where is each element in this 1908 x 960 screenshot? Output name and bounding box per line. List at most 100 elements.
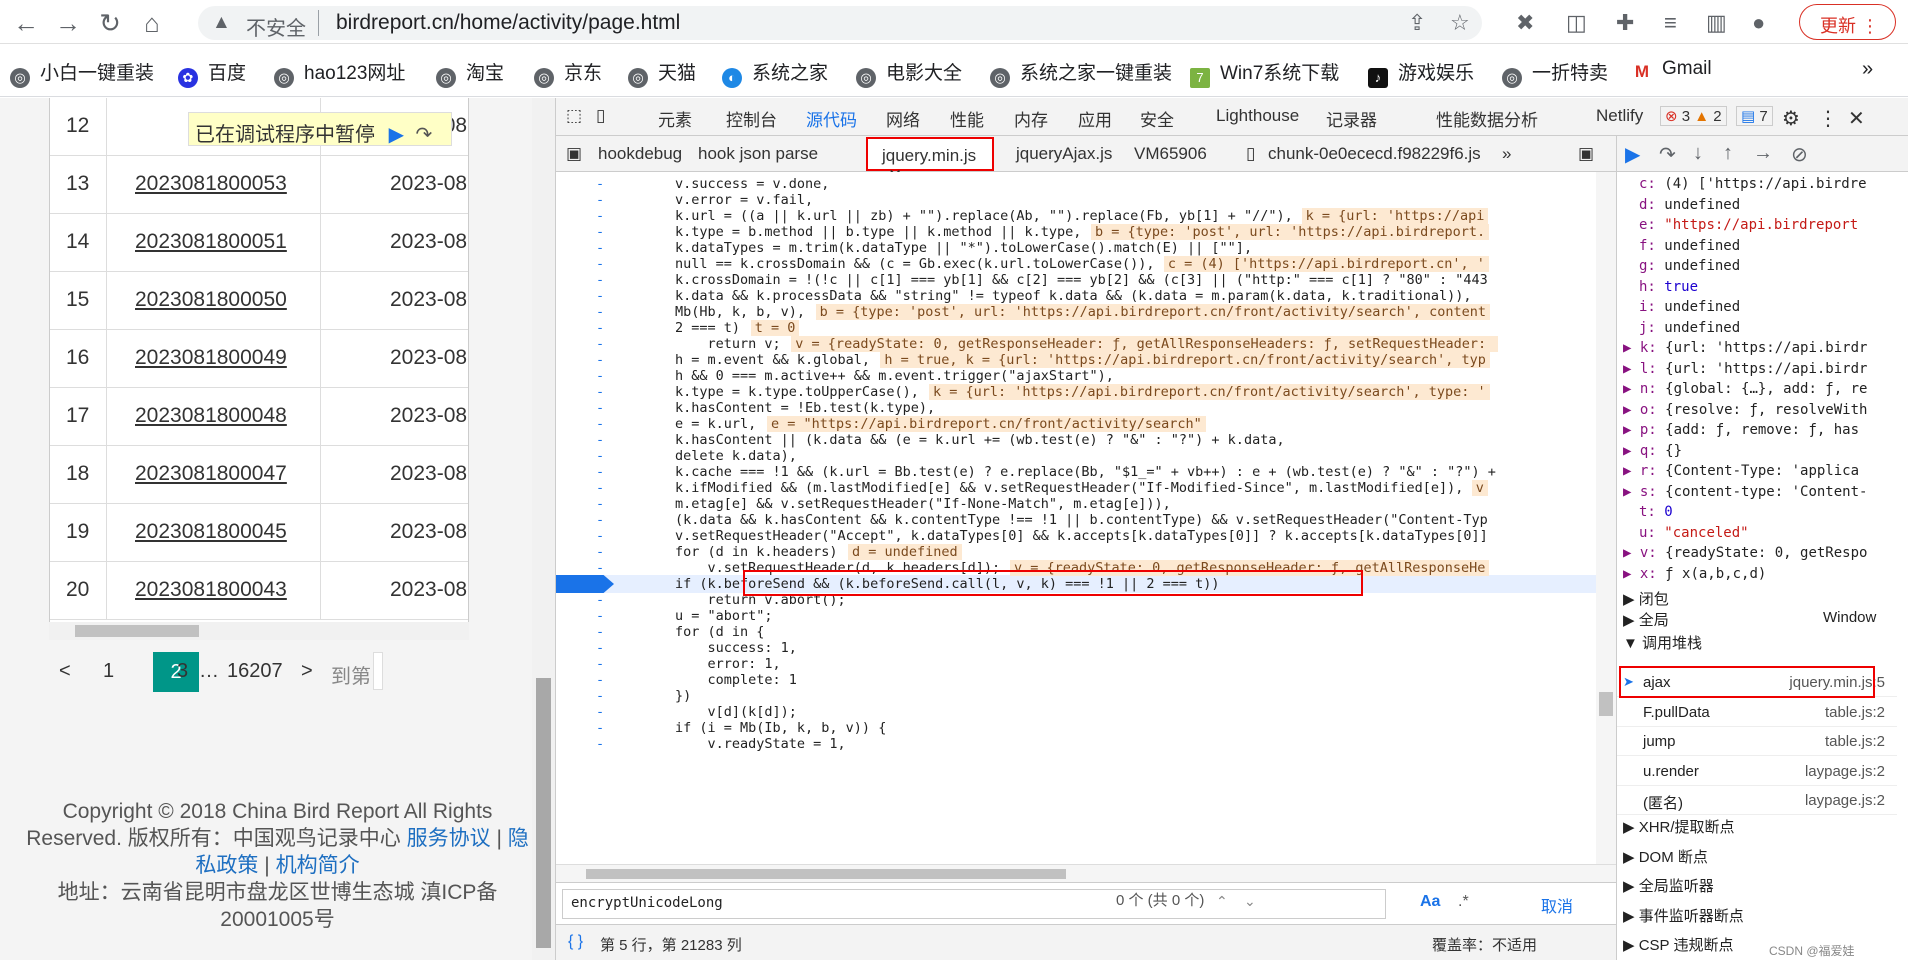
closure-section[interactable]: ▶ 闭包 [1623, 588, 1669, 609]
code-editor[interactable]: - v.success = v.done, - v.error = v.fail, - k… [556, 172, 1616, 864]
line-gutter-marker[interactable]: - [596, 576, 604, 592]
callstack-frame[interactable]: F.pullData table.js:2 [1617, 698, 1897, 727]
line-gutter-marker[interactable]: - [596, 352, 604, 368]
code-line[interactable]: - k.cache === !1 && (k.url = Bb.test(e) ?… [556, 464, 1616, 480]
table-row[interactable]: 14 2023081800051 2023-08 [50, 214, 468, 272]
callstack-section[interactable]: ▼ 调用堆栈 [1623, 632, 1702, 653]
line-gutter-marker[interactable]: - [596, 320, 604, 336]
tab-security[interactable]: 安全 [1140, 106, 1174, 131]
address-bar[interactable]: ▲ 不安全 birdreport.cn/home/activity/page.h… [198, 6, 1482, 40]
regex-button[interactable]: .* [1458, 893, 1469, 911]
bookmark-item[interactable]: ◎ hao123网址 [274, 58, 405, 88]
step-over-icon[interactable]: ↷ [1659, 142, 1676, 167]
scope-variable[interactable]: h: true [1639, 279, 1698, 295]
breakpoint-section[interactable]: ▶ 事件监听器断点 [1623, 905, 1744, 926]
breakpoint-section[interactable]: ▶ XHR/提取断点 [1623, 816, 1735, 837]
file-tab[interactable]: jqueryAjax.js [1016, 144, 1112, 164]
tab-perf-insights[interactable]: 性能数据分析 [1436, 106, 1538, 131]
breakpoint-section[interactable]: ▶ DOM 断点 [1623, 846, 1708, 867]
bookmark-item[interactable]: ◎ 淘宝 [436, 58, 504, 88]
device-toggle-icon[interactable]: ▯ [596, 106, 605, 126]
line-gutter-marker[interactable]: - [596, 240, 604, 256]
line-gutter-marker[interactable]: - [596, 400, 604, 416]
scope-variable[interactable]: i: undefined [1639, 299, 1740, 315]
line-gutter-marker[interactable]: - [596, 512, 604, 528]
tab-performance[interactable]: 性能 [950, 106, 984, 131]
prev-page-button[interactable]: < [59, 660, 71, 683]
callstack-frame[interactable]: u.render laypage.js:2 [1617, 757, 1897, 786]
line-gutter-marker[interactable]: - [596, 608, 604, 624]
page-3-button[interactable]: 3 [177, 660, 188, 683]
sidepanel-icon[interactable]: ▥ [1706, 10, 1727, 36]
bookmark-item[interactable]: ◎ 电影大全 [856, 58, 962, 88]
callstack-frame[interactable]: (匿名) laypage.js:2 [1617, 786, 1897, 815]
code-vertical-scrollbar[interactable] [1596, 172, 1616, 864]
reload-icon[interactable]: ↻ [94, 7, 126, 39]
line-gutter-marker[interactable]: - [596, 528, 604, 544]
search-input[interactable]: encryptUnicodeLong [562, 889, 1386, 919]
breakpoint-section[interactable]: ▶ CSP 违规断点 [1623, 934, 1733, 955]
scope-variable[interactable]: u: "canceled" [1639, 525, 1749, 541]
forward-icon[interactable]: → [52, 7, 84, 39]
bookmark-item[interactable]: ✿ 百度 [178, 58, 246, 88]
media-icon[interactable]: ≡ [1664, 10, 1677, 36]
tab-sources[interactable]: 源代码 [806, 106, 857, 131]
tab-console[interactable]: 控制台 [726, 106, 777, 131]
inspect-icon[interactable]: ⬚ [566, 106, 582, 126]
step-into-icon[interactable]: ↓ [1693, 142, 1703, 165]
line-gutter-marker[interactable]: - [596, 256, 604, 272]
code-line[interactable]: - h = m.event && k.global, h = true, k = {… [556, 352, 1616, 368]
table-row[interactable]: 17 2023081800048 2023-08 [50, 388, 468, 446]
line-gutter-marker[interactable]: - [596, 592, 604, 608]
scope-variable[interactable]: ▶ q: {} [1623, 443, 1682, 459]
code-line[interactable]: - null == k.crossDomain && (c = Gb.exec(k… [556, 256, 1616, 272]
resume-icon[interactable]: ▶ [1625, 142, 1640, 167]
share-icon[interactable]: ⇪ [1408, 10, 1426, 36]
terms-link[interactable]: 服务协议 [407, 827, 491, 850]
table-horizontal-scrollbar[interactable] [49, 622, 469, 640]
code-line[interactable]: - Mb(Hb, k, b, v), b = {type: 'post', url:… [556, 304, 1616, 320]
code-line[interactable]: - for (d in k.headers) d = undefined [556, 544, 1616, 560]
code-line[interactable]: - v.readyState = 1, [556, 736, 1616, 752]
home-icon[interactable]: ⌂ [136, 7, 168, 39]
global-section[interactable]: ▶ 全局 [1623, 609, 1669, 630]
code-line[interactable]: - k.ifModified && (m.lastModified[e] && v… [556, 480, 1616, 496]
scope-variable[interactable]: j: undefined [1639, 320, 1740, 336]
line-gutter-marker[interactable]: - [596, 192, 604, 208]
scope-variable[interactable]: ▶ p: {add: ƒ, remove: ƒ, has [1623, 422, 1859, 438]
search-prev-icon[interactable]: ⌃ [1216, 893, 1228, 910]
line-gutter-marker[interactable]: - [596, 416, 604, 432]
table-row[interactable]: 18 2023081800047 2023-08 [50, 446, 468, 504]
pretty-print-icon[interactable]: { } [568, 933, 583, 951]
file-tab[interactable]: hookdebug [598, 144, 682, 164]
url-text[interactable]: birdreport.cn/home/activity/page.html [336, 11, 680, 35]
code-line[interactable]: - v.success = v.done, [556, 176, 1616, 192]
scope-variable[interactable]: ▶ k: {url: 'https://api.birdr [1623, 340, 1867, 356]
scope-variable[interactable]: e: "https://api.birdreport [1639, 217, 1858, 233]
code-line[interactable]: - h && 0 === m.active++ && m.event.trigge… [556, 368, 1616, 384]
line-gutter-marker[interactable]: - [596, 288, 604, 304]
scope-variable[interactable]: ▶ n: {global: {…}, add: ƒ, re [1623, 381, 1867, 397]
code-line[interactable]: - k.data && k.processData && "string" != … [556, 288, 1616, 304]
page-current[interactable]: 2 [153, 652, 199, 692]
line-gutter-marker[interactable]: - [596, 672, 604, 688]
scope-variable[interactable]: c: (4) ['https://api.birdre [1639, 176, 1867, 192]
bookmark-item[interactable]: ◐ 系统之家 [722, 58, 828, 88]
line-gutter-marker[interactable]: - [596, 224, 604, 240]
line-gutter-marker[interactable]: - [596, 336, 604, 352]
deactivate-breakpoints-icon[interactable]: ⊘ [1791, 142, 1808, 167]
step-out-icon[interactable]: ↑ [1723, 142, 1733, 165]
code-line[interactable]: - complete: 1 [556, 672, 1616, 688]
code-line[interactable]: - k.type = b.method || b.type || k.method… [556, 224, 1616, 240]
code-line[interactable]: - k.hasContent = !Eb.test(k.type), [556, 400, 1616, 416]
file-tab-active[interactable]: jquery.min.js ✕ [866, 137, 994, 185]
bookmark-item[interactable]: ♪ 游戏娱乐 [1368, 58, 1474, 88]
bookmark-item[interactable]: ◎ 系统之家一键重装 [990, 58, 1172, 88]
line-gutter-marker[interactable]: - [596, 656, 604, 672]
tab-application[interactable]: 应用 [1078, 106, 1112, 131]
extension-icon[interactable]: ◫ [1566, 10, 1587, 36]
privacy-link-2[interactable]: 私政策 [195, 854, 258, 877]
line-gutter-marker[interactable]: - [596, 736, 604, 752]
goto-input[interactable] [373, 652, 383, 690]
line-gutter-marker[interactable]: - [596, 176, 604, 192]
